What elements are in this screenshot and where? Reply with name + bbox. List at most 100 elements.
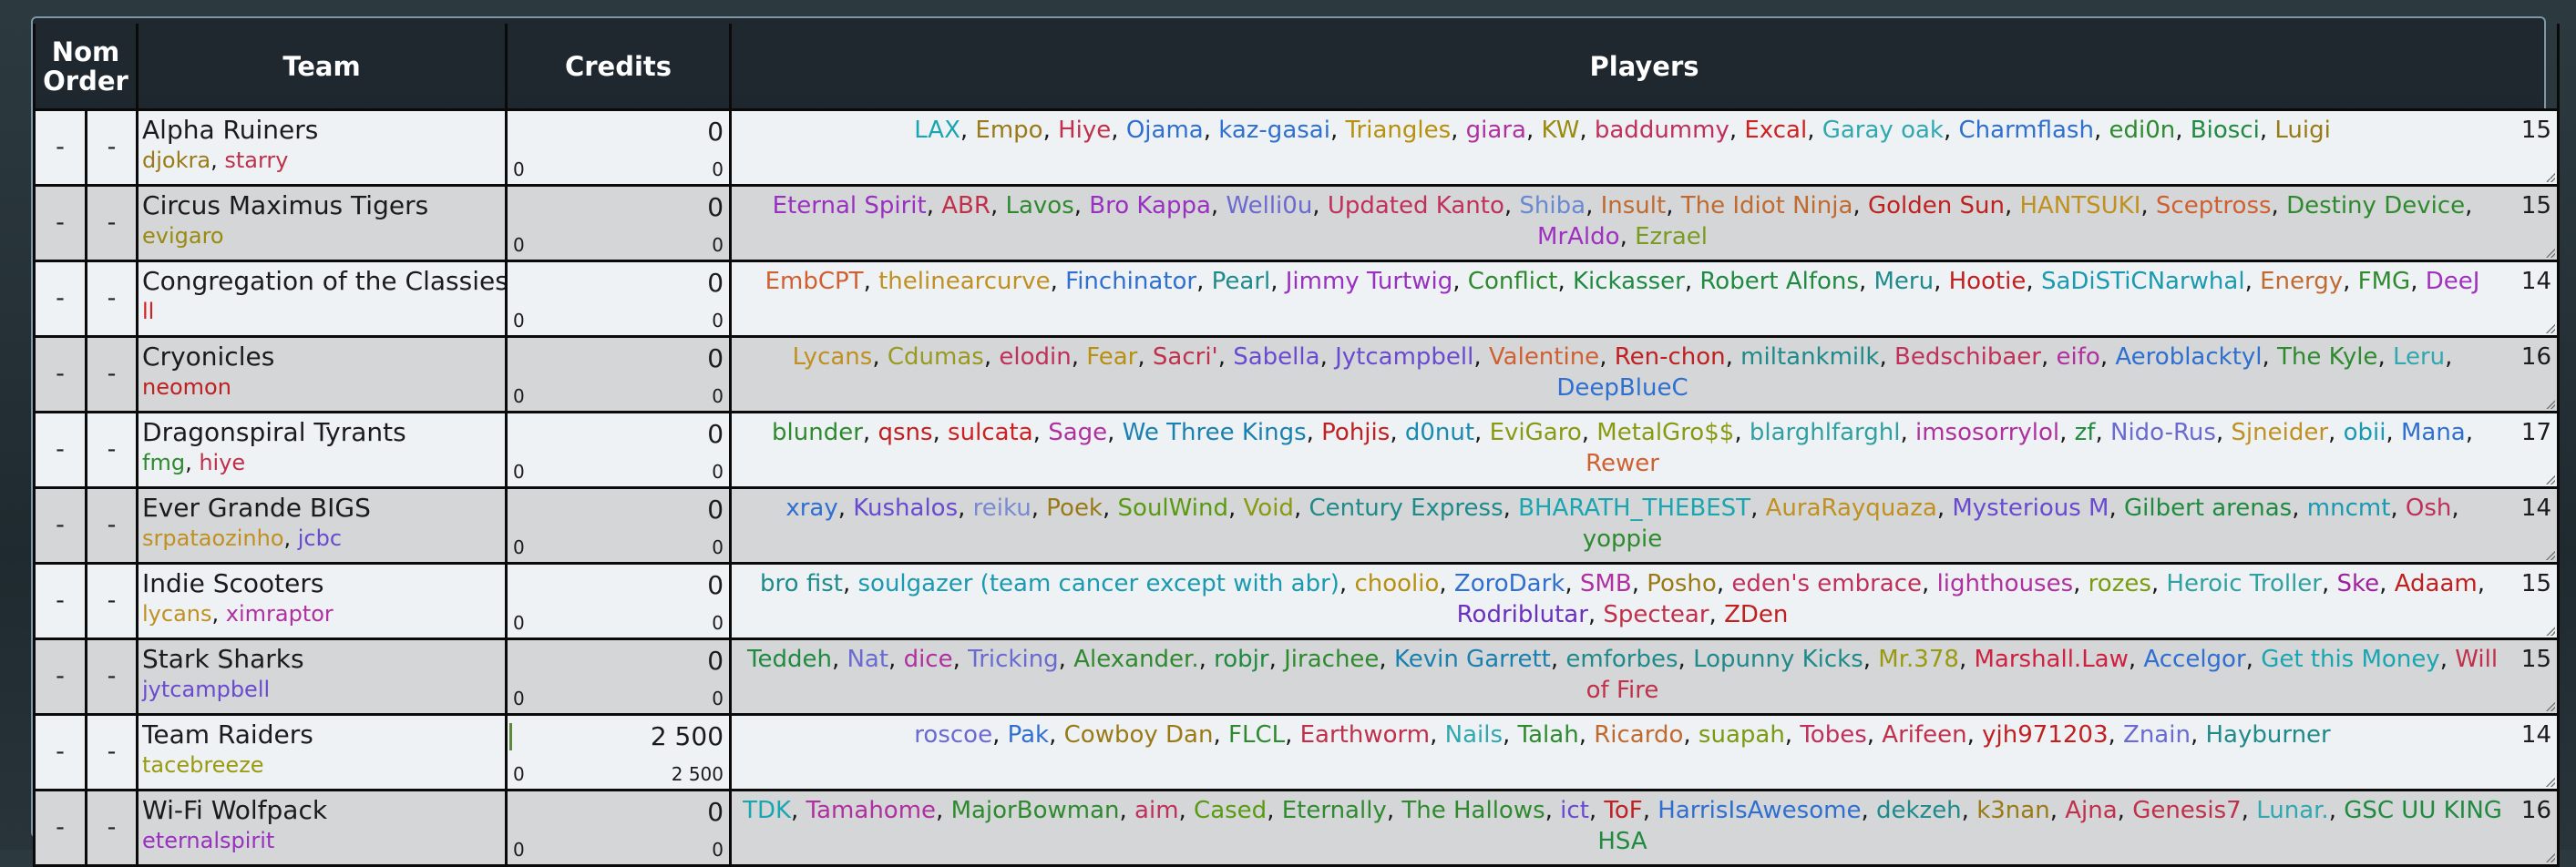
player-name[interactable]: ZoroDark <box>1454 570 1565 597</box>
player-name[interactable]: aim <box>1134 797 1178 824</box>
player-name[interactable]: Cdumas <box>888 343 984 371</box>
player-name[interactable]: Hiye <box>1058 117 1111 144</box>
player-name[interactable]: Updated Kanto <box>1328 192 1504 219</box>
player-name[interactable]: Jimmy Turtwig <box>1286 268 1453 295</box>
team-name[interactable]: Dragonspiral Tyrants <box>142 417 505 448</box>
player-name[interactable]: Meru <box>1873 268 1934 295</box>
player-name[interactable]: The Idiot Ninja <box>1681 192 1853 219</box>
player-name[interactable]: HarrisIsAwesome <box>1657 797 1861 824</box>
player-name[interactable]: choolio <box>1354 570 1439 597</box>
player-name[interactable]: elodin <box>999 343 1071 371</box>
player-name[interactable]: yoppie <box>1583 525 1663 553</box>
player-name[interactable]: lighthouses <box>1937 570 2074 597</box>
player-name[interactable]: soulgazer (team cancer except with abr) <box>857 570 1339 597</box>
coach-name[interactable]: djokra <box>142 148 210 173</box>
player-name[interactable]: Heroic Troller <box>2166 570 2322 597</box>
player-name[interactable]: zf <box>2075 419 2096 446</box>
player-name[interactable]: obii <box>2344 419 2386 446</box>
team-name[interactable]: Team Raiders <box>142 719 505 750</box>
player-name[interactable]: Shiba <box>1519 192 1586 219</box>
player-name[interactable]: Biosci <box>2191 117 2260 144</box>
coach-name[interactable]: jcbc <box>298 525 342 551</box>
player-name[interactable]: LAX <box>914 117 960 144</box>
team-name[interactable]: Ever Grande BIGS <box>142 493 505 524</box>
player-name[interactable]: emforbes <box>1565 646 1678 673</box>
player-name[interactable]: ABR <box>941 192 990 219</box>
player-name[interactable]: ZDen <box>1724 601 1788 628</box>
player-name[interactable]: Ricardo <box>1594 721 1683 749</box>
player-name[interactable]: Charmflash <box>1959 117 2094 144</box>
coach-name[interactable]: hiye <box>199 450 245 475</box>
player-name[interactable]: Valentine <box>1489 343 1599 371</box>
player-name[interactable]: blunder <box>772 419 863 446</box>
player-name[interactable]: BHARATH_THEBEST <box>1518 495 1750 522</box>
player-name[interactable]: Sage <box>1048 419 1107 446</box>
player-name[interactable]: giara <box>1466 117 1526 144</box>
player-name[interactable]: eden's embrace <box>1731 570 1922 597</box>
player-name[interactable]: Znain <box>2123 721 2191 749</box>
player-name[interactable]: k3nan <box>1976 797 2050 824</box>
player-name[interactable]: Ojama <box>1126 117 1204 144</box>
player-name[interactable]: Osh <box>2406 495 2452 522</box>
player-name[interactable]: Fear <box>1086 343 1137 371</box>
player-name[interactable]: Aeroblacktyl <box>2115 343 2262 371</box>
player-name[interactable]: Ezrael <box>1635 223 1708 250</box>
player-name[interactable]: MrAldo <box>1537 223 1620 250</box>
player-name[interactable]: Marshall.Law <box>1974 646 2128 673</box>
player-name[interactable]: Accelgor <box>2143 646 2245 673</box>
player-name[interactable]: Conflict <box>1468 268 1558 295</box>
coach-name[interactable]: lycans <box>142 601 212 627</box>
player-name[interactable]: suapah <box>1699 721 1785 749</box>
resize-handle-icon[interactable] <box>2546 627 2556 636</box>
player-name[interactable]: Century Express <box>1309 495 1503 522</box>
player-name[interactable]: Pak <box>1008 721 1050 749</box>
team-name[interactable]: Indie Scooters <box>142 568 505 599</box>
player-name[interactable]: FMG <box>2358 268 2411 295</box>
player-name[interactable]: thelinearcurve <box>878 268 1051 295</box>
player-name[interactable]: Energy <box>2260 268 2343 295</box>
header-team[interactable]: Team <box>137 24 508 110</box>
player-name[interactable]: Garay oak <box>1822 117 1944 144</box>
player-name[interactable]: yjh971203 <box>1982 721 2108 749</box>
player-name[interactable]: Ske <box>2337 570 2380 597</box>
player-name[interactable]: Insult <box>1601 192 1667 219</box>
player-name[interactable]: Adaam <box>2395 570 2478 597</box>
player-name[interactable]: robjr <box>1214 646 1268 673</box>
coach-name[interactable]: evigaro <box>142 223 224 249</box>
player-name[interactable]: edi0n <box>2109 117 2176 144</box>
player-name[interactable]: The Hallows <box>1401 797 1545 824</box>
player-name[interactable]: Lunar. <box>2256 797 2329 824</box>
player-name[interactable]: Tricking <box>968 646 1059 673</box>
player-name[interactable]: Get this Money <box>2261 646 2440 673</box>
coach-name[interactable]: ll <box>142 299 154 324</box>
player-name[interactable]: Nido-Rus <box>2110 419 2216 446</box>
player-name[interactable]: Bro Kappa <box>1089 192 1211 219</box>
player-name[interactable]: bro fist <box>760 570 843 597</box>
player-name[interactable]: Spectear <box>1603 601 1709 628</box>
player-name[interactable]: blarghlfarghl <box>1750 419 1901 446</box>
coach-name[interactable]: srpataozinho <box>142 525 283 551</box>
player-name[interactable]: Cased <box>1194 797 1267 824</box>
coach-name[interactable]: tacebreeze <box>142 752 264 778</box>
resize-handle-icon[interactable] <box>2546 249 2556 258</box>
player-name[interactable]: Lavos <box>1006 192 1074 219</box>
player-name[interactable]: MetalGro$$ <box>1596 419 1734 446</box>
player-name[interactable]: DeepBlueC <box>1556 374 1688 402</box>
player-name[interactable]: Sceptross <box>2156 192 2272 219</box>
player-name[interactable]: Rewer <box>1586 450 1659 477</box>
player-name[interactable]: imsosorrylol <box>1915 419 2059 446</box>
player-name[interactable]: miltankmilk <box>1740 343 1879 371</box>
player-name[interactable]: Sabella <box>1233 343 1319 371</box>
player-name[interactable]: Cowboy Dan <box>1064 721 1214 749</box>
player-name[interactable]: Alexander. <box>1073 646 1198 673</box>
player-name[interactable]: ict <box>1560 797 1589 824</box>
resize-handle-icon[interactable] <box>2546 475 2556 484</box>
player-name[interactable]: Kushalos <box>853 495 958 522</box>
player-name[interactable]: EmbCPT <box>765 268 864 295</box>
resize-handle-icon[interactable] <box>2546 400 2556 409</box>
header-players[interactable]: Players <box>730 24 2561 110</box>
player-name[interactable]: Eternally <box>1282 797 1387 824</box>
resize-handle-icon[interactable] <box>2546 778 2556 787</box>
player-name[interactable]: Hayburner <box>2205 721 2330 749</box>
player-name[interactable]: Luigi <box>2274 117 2330 144</box>
